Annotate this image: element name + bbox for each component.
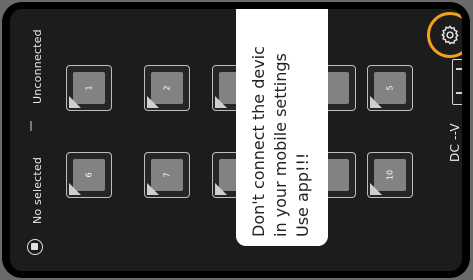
- device-tile-5[interactable]: 5: [367, 65, 413, 111]
- device-tile-label: 5: [385, 85, 395, 91]
- device-tile-7[interactable]: 7: [144, 152, 190, 198]
- app-screen: Unconnected No selected 1 2 5 6 7 10 Don…: [10, 9, 462, 271]
- status-separator: [30, 121, 32, 131]
- device-tile-10[interactable]: 10: [367, 152, 413, 198]
- device-tile-1[interactable]: 1: [66, 65, 112, 111]
- settings-button[interactable]: [427, 12, 462, 58]
- select-circle-icon[interactable]: [27, 239, 43, 255]
- dc-voltage-label: DC --V: [448, 123, 462, 162]
- device-tile-label: 6: [84, 172, 94, 178]
- toast-message: Don't connect the devic in your mobile s…: [248, 46, 314, 237]
- phone-frame: Unconnected No selected 1 2 5 6 7 10 Don…: [2, 2, 470, 278]
- dc-voltage-bar: [452, 59, 462, 105]
- unconnected-label: Unconnected: [31, 29, 44, 104]
- warning-toast: Don't connect the devic in your mobile s…: [236, 9, 328, 246]
- device-tile-label: 2: [162, 85, 172, 91]
- device-tile-2[interactable]: 2: [144, 65, 190, 111]
- toast-line-1: Don't connect the devic: [249, 46, 268, 237]
- device-tile-label: 10: [385, 169, 395, 181]
- device-tile-6[interactable]: 6: [66, 152, 112, 198]
- no-selected-label: No selected: [31, 156, 44, 224]
- toast-line-3: Use app!!!: [293, 152, 312, 237]
- gear-icon: [441, 25, 459, 45]
- toast-line-2: in your mobile settings: [271, 53, 290, 237]
- device-tile-label: 7: [162, 172, 172, 178]
- device-tile-label: 1: [84, 85, 94, 91]
